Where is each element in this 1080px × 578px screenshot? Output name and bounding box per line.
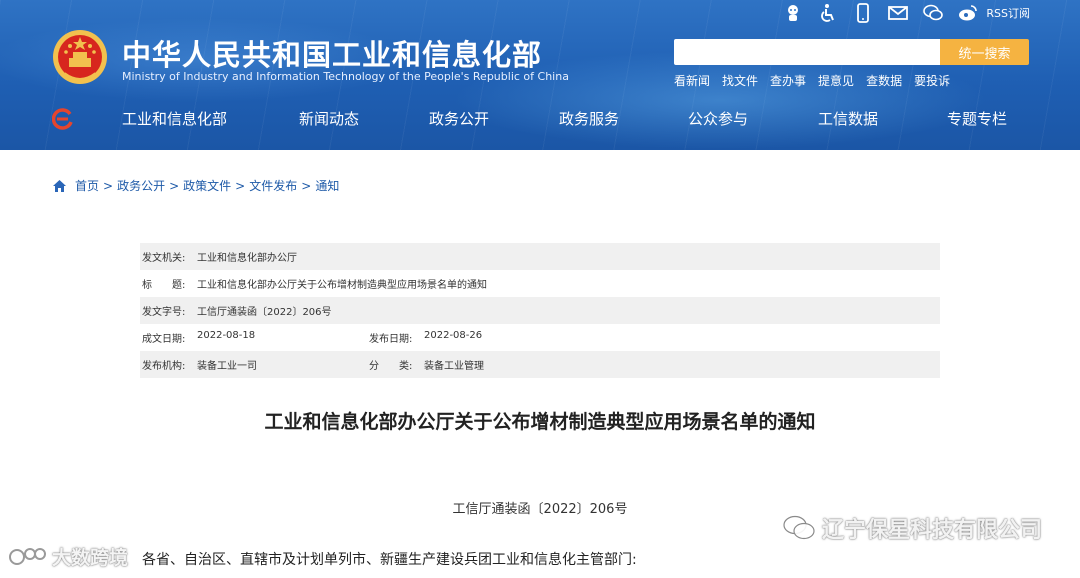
quick-link-feedback[interactable]: 提意见 [818, 72, 854, 89]
site-title[interactable]: 中华人民共和国工业和信息化部 [122, 32, 542, 74]
article-title: 工业和信息化部办公厅关于公布增材制造典型应用场景名单的通知 [264, 411, 816, 433]
breadcrumb: 首页 > 政务公开 > 政策文件 > 文件发布 > 通知 [52, 177, 339, 194]
org-label: 发布机构: [142, 361, 186, 372]
quick-link-news[interactable]: 看新闻 [674, 72, 710, 89]
title-value: 工业和信息化部办公厅关于公布增材制造典型应用场景名单的通知 [197, 280, 487, 291]
org-cell: 发布机构: 装备工业一司 [140, 357, 367, 372]
e-gov-logo-icon[interactable] [52, 108, 74, 130]
written-date-cell: 成文日期: 2022-08-18 [140, 330, 367, 345]
title-label: 标 题: [142, 280, 186, 291]
nav-item-gov-services[interactable]: 政务服务 [559, 108, 619, 129]
breadcrumb-separator: > [103, 178, 114, 193]
mobile-icon[interactable] [852, 2, 874, 24]
national-emblem-icon[interactable] [52, 28, 108, 86]
accessibility-icon[interactable] [817, 2, 839, 24]
nav-item-data[interactable]: 工信数据 [818, 108, 878, 129]
robot-icon[interactable] [782, 2, 804, 24]
category-cell: 分 类: 装备工业管理 [367, 357, 484, 372]
utility-bar: RSS订阅 [782, 2, 1030, 24]
issuer-value: 工业和信息化部办公厅 [197, 253, 297, 264]
info-row-doc-number: 发文字号: 工信厅通装函〔2022〕206号 [140, 297, 940, 324]
breadcrumb-separator: > [301, 178, 312, 193]
breadcrumb-home[interactable]: 首页 [75, 177, 99, 194]
search-input[interactable] [674, 39, 942, 65]
breadcrumb-file-release[interactable]: 文件发布 [249, 177, 297, 194]
quick-link-services[interactable]: 查办事 [770, 72, 806, 89]
doc-number-value: 工信厅通装函〔2022〕206号 [197, 307, 332, 318]
category-label: 分 类: [369, 361, 413, 372]
rss-link[interactable]: RSS订阅 [986, 5, 1030, 21]
watermark-company: 辽宁保星科技有限公司 [782, 512, 1042, 544]
quick-links: 看新闻 找文件 查办事 提意见 查数据 要投诉 [674, 72, 950, 89]
nav-item-gov-affairs[interactable]: 政务公开 [429, 108, 489, 129]
document-info-table: 发文机关: 工业和信息化部办公厅 标 题: 工业和信息化部办公厅关于公布增材制造… [140, 243, 940, 378]
breadcrumb-gov-affairs[interactable]: 政务公开 [117, 177, 165, 194]
issuer-label: 发文机关: [142, 253, 186, 264]
info-row-org-category: 发布机构: 装备工业一司 分 类: 装备工业管理 [140, 351, 940, 378]
written-date-value: 2022-08-18 [197, 330, 256, 341]
breadcrumb-separator: > [169, 178, 180, 193]
breadcrumb-separator: > [235, 178, 246, 193]
org-value: 装备工业一司 [197, 361, 257, 372]
site-header: 中华人民共和国工业和信息化部 Ministry of Industry and … [0, 0, 1080, 150]
nav-item-news[interactable]: 新闻动态 [299, 108, 359, 129]
info-row-title: 标 题: 工业和信息化部办公厅关于公布增材制造典型应用场景名单的通知 [140, 270, 940, 297]
weibo-icon[interactable] [957, 2, 979, 24]
info-row-dates: 成文日期: 2022-08-18 发布日期: 2022-08-26 [140, 324, 940, 351]
published-date-value: 2022-08-26 [424, 330, 483, 341]
published-date-label: 发布日期: [369, 334, 413, 345]
watermark-brand: 大数跨境 [8, 543, 128, 570]
category-value: 装备工业管理 [424, 361, 484, 372]
search-button[interactable]: 统一搜索 [940, 39, 1029, 65]
quick-link-files[interactable]: 找文件 [722, 72, 758, 89]
published-date-cell: 发布日期: 2022-08-26 [367, 330, 482, 345]
info-row-issuer: 发文机关: 工业和信息化部办公厅 [140, 243, 940, 270]
home-icon[interactable] [52, 179, 67, 193]
mail-icon[interactable] [887, 2, 909, 24]
nav-item-ministry[interactable]: 工业和信息化部 [122, 108, 227, 129]
watermark-brand-text: 大数跨境 [52, 547, 129, 569]
doc-number-label: 发文字号: [142, 307, 186, 318]
breadcrumb-notice[interactable]: 通知 [315, 177, 339, 194]
brand-watermark-icon [9, 547, 46, 565]
quick-link-data[interactable]: 查数据 [866, 72, 902, 89]
written-date-label: 成文日期: [142, 334, 186, 345]
wechat-icon[interactable] [922, 2, 944, 24]
site-subtitle: Ministry of Industry and Information Tec… [122, 70, 569, 83]
nav-item-special-topics[interactable]: 专题专栏 [947, 108, 1007, 129]
quick-link-complaint[interactable]: 要投诉 [914, 72, 950, 89]
watermark-company-text: 辽宁保星科技有限公司 [821, 518, 1042, 543]
nav-item-public-participation[interactable]: 公众参与 [688, 108, 748, 129]
article-addressees: 各省、自治区、直辖市及计划单列市、新疆生产建设兵团工业和信息化主管部门: [142, 552, 637, 568]
main-nav: 工业和信息化部 新闻动态 政务公开 政务服务 公众参与 工信数据 专题专栏 [0, 102, 1080, 138]
breadcrumb-policy-files[interactable]: 政策文件 [183, 177, 231, 194]
wechat-watermark-icon [783, 515, 815, 540]
